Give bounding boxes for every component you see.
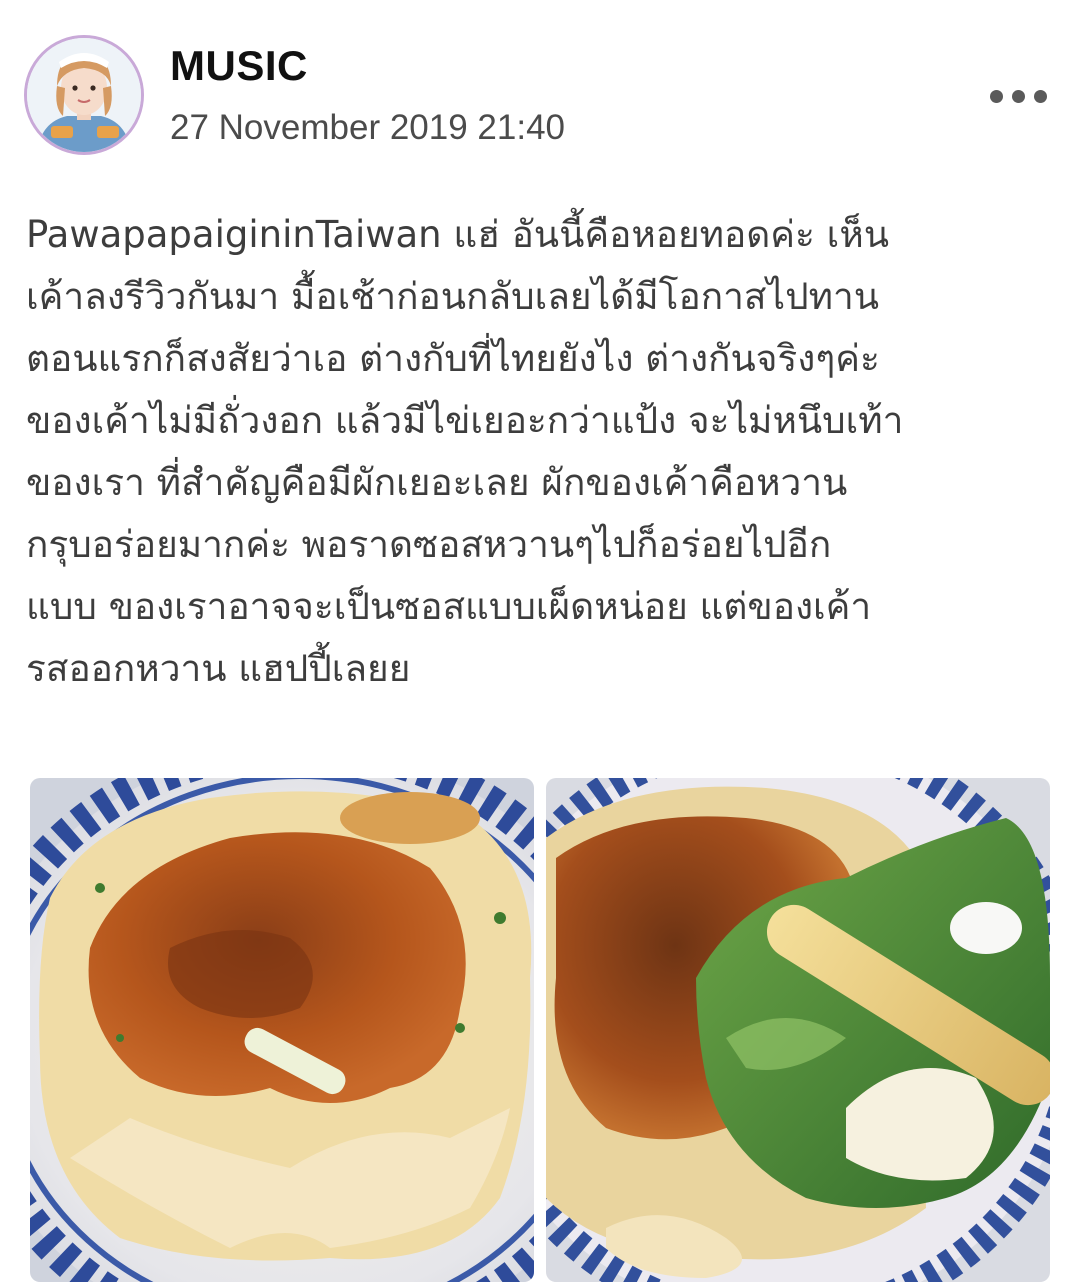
more-options-icon[interactable]	[980, 78, 1056, 114]
author-avatar[interactable]	[24, 35, 144, 155]
post-text-line: กรุบอร่อยมากค่ะ พอราดซอสหวานๆไปก็อร่อยไป…	[26, 523, 832, 566]
author-name[interactable]: MUSIC	[170, 42, 308, 90]
post-header: MUSIC 27 November 2019 21:40	[0, 0, 1080, 170]
avatar-image	[27, 38, 141, 152]
post-text-line: รสออกหวาน แฮปปี้เลยย	[26, 647, 411, 690]
post-text-line: ตอนแรกก็สงสัยว่าเอ ต่างกับที่ไทยยังไง ต่…	[26, 337, 880, 380]
post-text-line: ของเค้าไม่มีถั่วงอก แล้วมีไข่เยอะกว่าแป้…	[26, 399, 904, 442]
post-photo-2[interactable]	[546, 778, 1050, 1282]
post-body-text: PawapapaigininTaiwan แฮ่ อันนี้คือหอยทอด…	[26, 204, 1056, 700]
post-text-line: แบบ ของเราอาจจะเป็นซอสแบบเผ็ดหน่อย แต่ขอ…	[26, 585, 872, 628]
more-dot	[1011, 89, 1025, 103]
oyster-omelette-photo	[30, 778, 534, 1282]
more-dot	[1033, 89, 1047, 103]
post-text-line: เค้าลงรีวิวกันมา มื้อเช้าก่อนกลับเลยได้ม…	[26, 275, 880, 318]
post-photo-1[interactable]	[30, 778, 534, 1282]
post-text-line: ของเรา ที่สำคัญคือมีผักเยอะเลย ผักของเค้…	[26, 461, 848, 504]
more-dot	[989, 89, 1003, 103]
post-timestamp: 27 November 2019 21:40	[170, 108, 565, 147]
omelette-with-lettuce-photo	[546, 778, 1050, 1282]
post-text-line: PawapapaigininTaiwan แฮ่ อันนี้คือหอยทอด…	[26, 213, 889, 256]
